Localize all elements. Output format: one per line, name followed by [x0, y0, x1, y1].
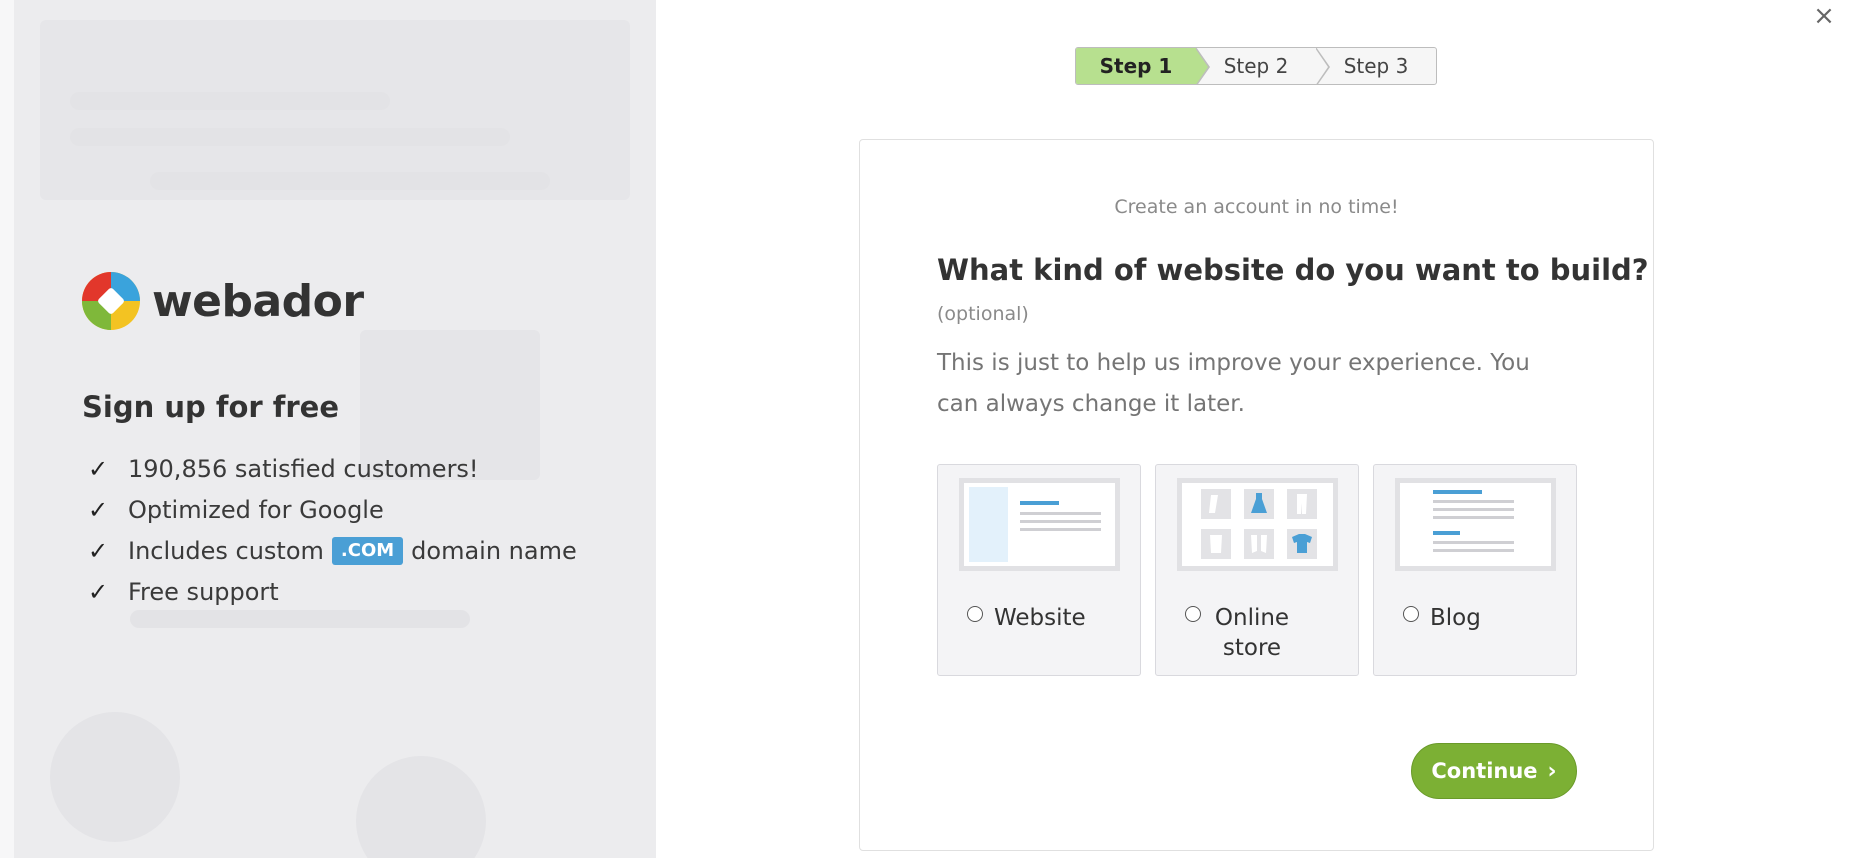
- radio-website[interactable]: [967, 606, 983, 622]
- bg-decor: [356, 756, 486, 858]
- com-badge: .COM: [331, 536, 404, 565]
- step-1: Step 1: [1076, 48, 1210, 84]
- option-row: Blog: [1403, 603, 1481, 633]
- option-online-store[interactable]: Online store: [1155, 464, 1359, 676]
- card-title: What kind of website do you want to buil…: [937, 253, 1649, 287]
- option-row: Website: [967, 603, 1086, 633]
- radio-online-store[interactable]: [1185, 606, 1201, 622]
- close-button[interactable]: ×: [1809, 2, 1839, 32]
- bg-decor: [130, 610, 470, 628]
- step-label: Step 2: [1223, 54, 1289, 78]
- continue-label: Continue: [1431, 759, 1538, 783]
- benefit-item: ✓ Optimized for Google: [88, 489, 577, 530]
- step-indicator: Step 1 Step 2 Step 3: [1075, 47, 1437, 85]
- benefit-text: domain name: [411, 536, 577, 565]
- benefit-text: 190,856 satisfied customers!: [128, 454, 479, 483]
- benefit-text: Free support: [128, 577, 279, 606]
- benefit-item: ✓ 190,856 satisfied customers!: [88, 448, 577, 489]
- step-arrow-icon: [1195, 48, 1210, 84]
- website-layout-icon: [959, 478, 1120, 571]
- bg-decor: [150, 172, 550, 190]
- step-arrow-icon: [1315, 48, 1330, 84]
- webador-logo-icon: [82, 272, 140, 330]
- option-website[interactable]: Website: [937, 464, 1141, 676]
- checkmark-icon: ✓: [88, 495, 109, 524]
- store-grid-icon: [1177, 478, 1338, 571]
- checkmark-icon: ✓: [88, 577, 109, 606]
- brand-name: webador: [152, 275, 364, 327]
- option-blog[interactable]: Blog: [1373, 464, 1577, 676]
- option-row: Online store: [1185, 603, 1292, 663]
- benefit-item: ✓ Includes custom .COM domain name: [88, 530, 577, 571]
- optional-note: (optional): [937, 303, 1029, 325]
- step-2: Step 2: [1196, 48, 1330, 84]
- signup-card: Create an account in no time! What kind …: [859, 139, 1654, 851]
- option-label: Blog: [1430, 605, 1481, 631]
- bg-decor: [70, 128, 510, 146]
- continue-button[interactable]: Continue ›: [1411, 743, 1577, 799]
- benefit-item: ✓ Free support: [88, 571, 577, 612]
- left-promo-panel: webador Sign up for free ✓ 190,856 satis…: [0, 0, 656, 858]
- brand: webador: [82, 272, 364, 330]
- checkmark-icon: ✓: [88, 536, 109, 565]
- option-label: Website: [994, 605, 1086, 631]
- bg-decor: [70, 92, 390, 110]
- left-edge-strip: [0, 0, 14, 858]
- card-kicker: Create an account in no time!: [1114, 196, 1399, 218]
- bg-decor: [50, 712, 180, 842]
- signup-title: Sign up for free: [82, 390, 340, 424]
- card-description: This is just to help us improve your exp…: [937, 350, 1530, 417]
- chevron-right-icon: ›: [1547, 758, 1557, 784]
- step-label: Step 3: [1343, 54, 1409, 78]
- radio-blog[interactable]: [1403, 606, 1419, 622]
- benefit-text: Includes custom: [128, 536, 324, 565]
- option-label: Online store: [1214, 605, 1290, 661]
- step-label: Step 1: [1099, 54, 1173, 78]
- blog-lines-icon: [1395, 478, 1556, 571]
- step-3: Step 3: [1316, 48, 1436, 84]
- website-type-options: Website Online store Blog: [937, 464, 1577, 676]
- checkmark-icon: ✓: [88, 454, 109, 483]
- benefit-text: Optimized for Google: [128, 495, 384, 524]
- benefits-list: ✓ 190,856 satisfied customers! ✓ Optimiz…: [88, 448, 577, 612]
